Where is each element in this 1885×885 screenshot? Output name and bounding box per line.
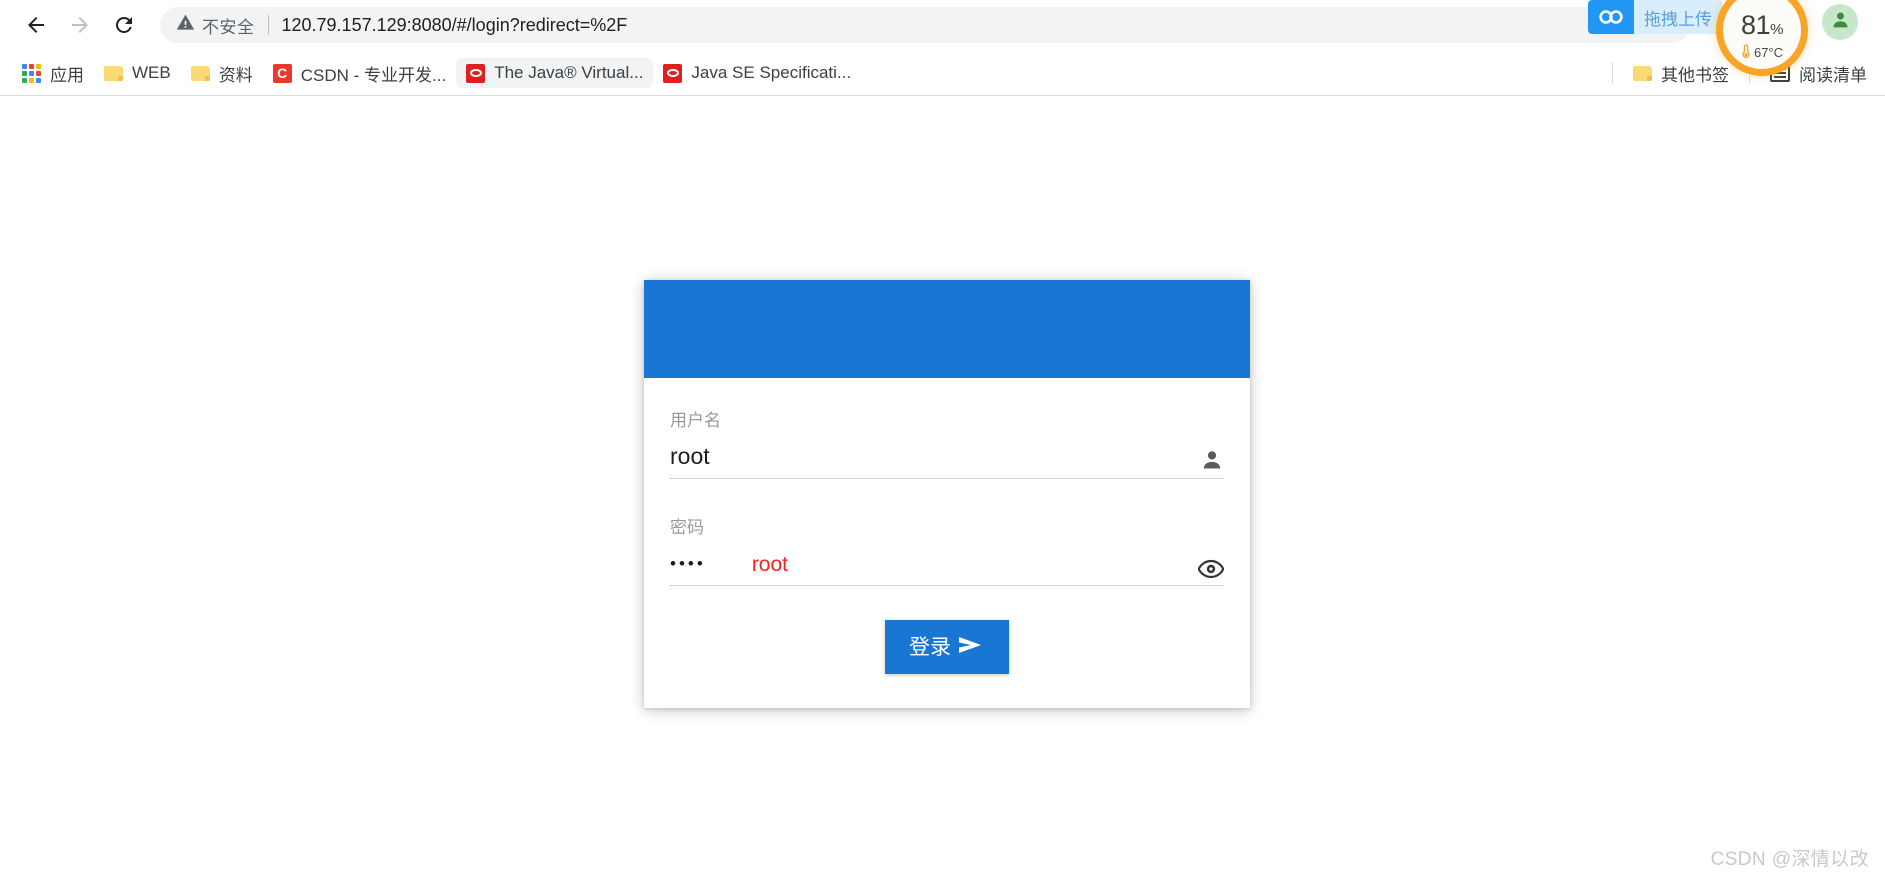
page-viewport: 用户名 root 密码 •••• root 登录 CSDN @深情以改 [0, 96, 1885, 885]
password-label: 密码 [670, 518, 704, 537]
bookmark-java-se-specification[interactable]: Java SE Specificati... [653, 58, 861, 88]
cloud-link-icon [1588, 0, 1634, 34]
other-bookmarks-button[interactable]: 其他书签 [1623, 56, 1739, 91]
csdn-icon: C [272, 63, 292, 83]
oracle-icon [466, 63, 486, 83]
cpu-usage-number: 81 [1741, 9, 1771, 40]
arrow-left-icon [24, 13, 48, 37]
password-input[interactable]: •••• root [670, 548, 1224, 586]
login-card-header [644, 280, 1250, 378]
reload-button[interactable] [102, 3, 146, 47]
username-input[interactable]: root [670, 441, 1224, 479]
reading-list-label: 阅读清单 [1799, 65, 1867, 85]
username-field-group: 用户名 root [670, 406, 1224, 479]
forward-button[interactable] [58, 3, 102, 47]
warning-triangle-icon [176, 13, 195, 37]
bookmarks-bar: 应用 WEB 资料 C CSDN - 专业开发... The Java® Vir… [0, 50, 1885, 96]
url-text: 120.79.157.129:8080/#/login?redirect=%2F [281, 14, 628, 35]
person-icon[interactable] [1200, 448, 1224, 472]
back-button[interactable] [14, 3, 58, 47]
address-bar[interactable]: 不安全 120.79.157.129:8080/#/login?redirect… [160, 7, 1690, 43]
bookmark-csdn[interactable]: C CSDN - 专业开发... [263, 56, 456, 91]
thermometer-icon [1741, 43, 1751, 61]
password-value: •••• [670, 554, 706, 573]
cpu-percent-sign: % [1770, 20, 1783, 38]
drag-upload-label: 拖拽上传 [1634, 0, 1722, 34]
folder-icon [190, 65, 210, 81]
bookmark-java-virtual-machine[interactable]: The Java® Virtual... [456, 58, 654, 88]
login-card: 用户名 root 密码 •••• root 登录 [644, 280, 1250, 708]
bookmark-label: WEB [132, 63, 171, 82]
folder-icon [104, 65, 123, 81]
profile-avatar[interactable] [1822, 4, 1858, 40]
site-security-chip[interactable]: 不安全 [176, 13, 255, 38]
browser-chrome: 不安全 120.79.157.129:8080/#/login?redirect… [0, 0, 1885, 96]
send-arrow-icon [955, 633, 985, 661]
watermark: CSDN @深情以改 [1710, 849, 1869, 870]
login-button-row: 登录 [670, 620, 1224, 674]
bookmarks-separator [1612, 62, 1613, 84]
password-field-group: 密码 •••• root [670, 513, 1224, 586]
security-label: 不安全 [202, 17, 255, 37]
bookmark-ziliao[interactable]: 资料 [181, 56, 263, 91]
reload-icon [112, 13, 136, 37]
login-button-label: 登录 [909, 635, 951, 659]
apps-grid-icon [22, 63, 41, 83]
cpu-temperature: 67°C [1741, 43, 1784, 61]
bookmark-label: 资料 [218, 65, 253, 85]
bookmark-label: The Java® Virtual... [494, 63, 644, 82]
bookmark-label: Java SE Specificati... [691, 63, 852, 82]
bookmark-apps[interactable]: 应用 [12, 56, 94, 91]
eye-icon[interactable] [1198, 559, 1224, 579]
login-button[interactable]: 登录 [885, 620, 1009, 674]
person-avatar-icon [1830, 9, 1851, 35]
bookmark-label: CSDN - 专业开发... [300, 65, 447, 85]
omnibox-divider [267, 15, 269, 35]
other-bookmarks-label: 其他书签 [1661, 65, 1729, 85]
bookmark-label: 应用 [50, 65, 84, 85]
password-annotation: root [751, 553, 788, 576]
cpu-usage-value: 81% [1741, 9, 1783, 40]
drag-upload-badge[interactable]: 拖拽上传 [1588, 0, 1722, 34]
oracle-icon [663, 63, 683, 83]
folder-icon [1633, 65, 1652, 81]
cpu-temperature-value: 67°C [1753, 44, 1784, 60]
bookmark-web[interactable]: WEB [94, 58, 181, 88]
login-card-body: 用户名 root 密码 •••• root 登录 [644, 378, 1250, 708]
username-value: root [670, 443, 710, 469]
arrow-right-icon [68, 13, 92, 37]
username-label: 用户名 [670, 411, 721, 430]
